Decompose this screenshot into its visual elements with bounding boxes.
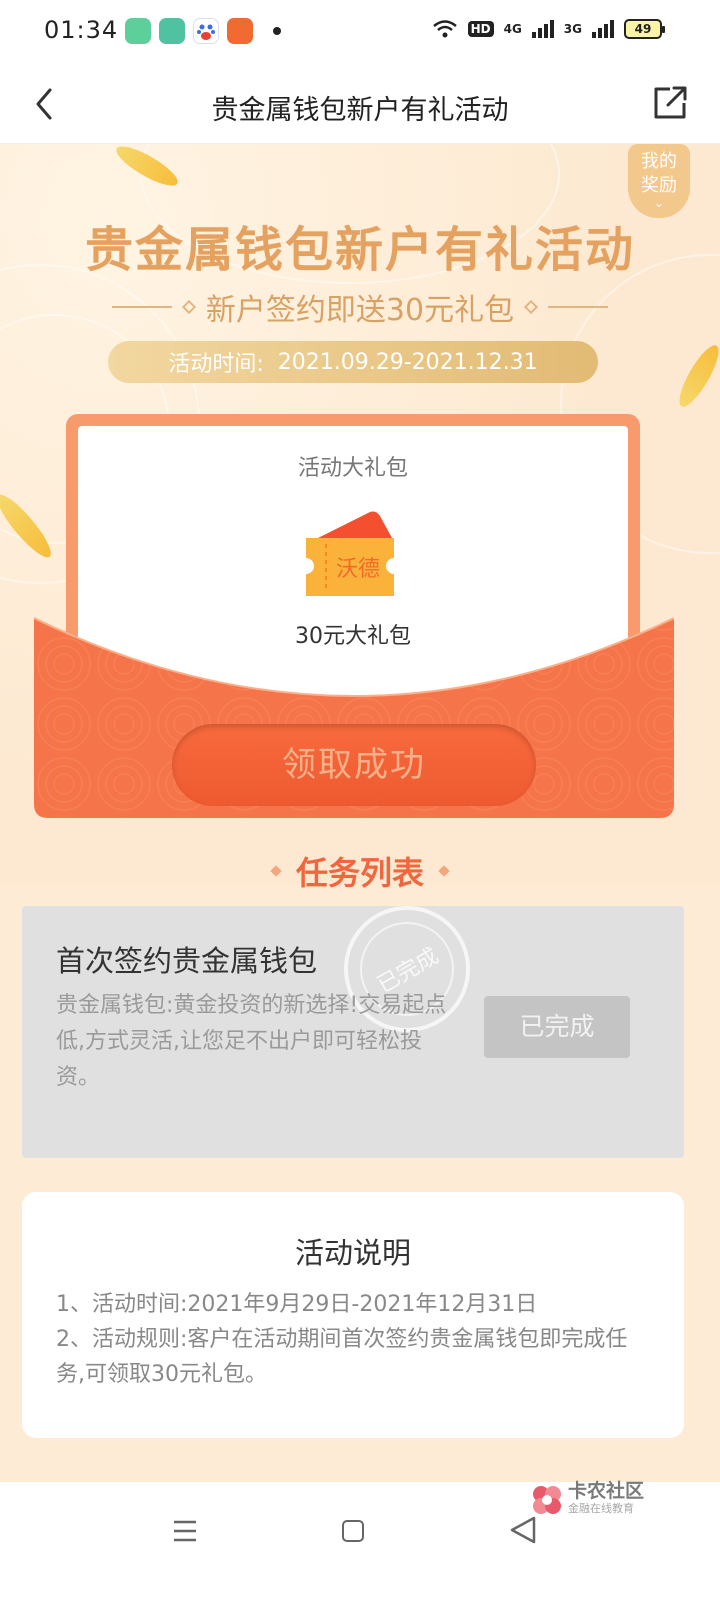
status-app-icons — [125, 18, 281, 44]
task-description: 贵金属钱包:黄金投资的新选择!交易起点低,方式灵活,让您足不出户即可轻松投资。 — [56, 993, 447, 1090]
task-title: 首次签约贵金属钱包 — [56, 944, 318, 978]
network-4g-label: 4G — [503, 22, 522, 36]
activity-date-pill: 活动时间: 2021.09.29-2021.12.31 — [108, 341, 598, 383]
chevron-down-icon: ⌄ — [653, 196, 665, 210]
gift-card-title: 活动大礼包 — [297, 456, 408, 481]
diamond-icon — [181, 299, 196, 315]
app-notification-icon — [125, 18, 151, 44]
status-time: 01:34 — [44, 16, 119, 44]
baidu-app-icon — [193, 18, 219, 44]
diamond-icon — [438, 865, 450, 877]
decorative-line — [548, 306, 609, 308]
hero-subtitle: 新户签约即送30元礼包 — [205, 293, 515, 328]
diamond-icon — [270, 865, 282, 877]
wifi-icon — [432, 20, 457, 38]
activity-rules-card: 活动说明 1、活动时间:2021年9月29日-2021年12月31日 2、活动规… — [22, 1192, 684, 1438]
back-triangle-icon[interactable] — [508, 1514, 538, 1546]
rules-line: 2、活动规则:客户在活动期间首次签约贵金属钱包即完成任务,可领取30元礼包。 — [56, 1327, 628, 1387]
share-icon[interactable] — [650, 83, 690, 123]
hero-title: 贵金属钱包新户有礼活动 — [84, 222, 635, 278]
claim-success-button[interactable]: 领取成功 — [172, 724, 536, 806]
taobao-app-icon — [227, 18, 253, 44]
rules-list: 1、活动时间:2021年9月29日-2021年12月31日 2、活动规则:客户在… — [56, 1287, 656, 1392]
watermark-logo-icon — [533, 1486, 561, 1514]
rules-title: 活动说明 — [294, 1236, 411, 1270]
signal-icon — [531, 20, 554, 38]
date-range: 2021.09.29-2021.12.31 — [277, 349, 538, 375]
task-completed-button[interactable]: 已完成 — [484, 996, 630, 1058]
task-list-title: 任务列表 — [295, 854, 424, 892]
task-list-heading: 任务列表 — [0, 848, 720, 894]
home-icon[interactable] — [342, 1520, 364, 1542]
my-reward-label: 我的奖励 — [641, 151, 677, 196]
menu-icon[interactable] — [172, 1518, 198, 1544]
diamond-icon — [524, 299, 539, 315]
hd-badge: HD — [467, 21, 494, 37]
shield-app-icon — [159, 18, 185, 44]
battery-icon: 49 — [624, 19, 665, 39]
title-bar: 贵金属钱包新户有礼活动 — [0, 66, 720, 144]
status-bar: 01:34 HD 4G 3G 49 — [0, 0, 720, 66]
status-indicators: HD 4G 3G 49 — [432, 19, 665, 39]
page-title: 贵金属钱包新户有礼活动 — [211, 95, 509, 126]
watermark: 卡农社区 金融在线教育 — [530, 1482, 644, 1518]
network-3g-label: 3G — [563, 22, 582, 36]
signal-icon-2 — [592, 20, 614, 38]
task-item: 已完成 首次签约贵金属钱包 贵金属钱包:黄金投资的新选择!交易起点低,方式灵活,… — [22, 906, 684, 1158]
hero-subtitle-row: 新户签约即送30元礼包 — [0, 285, 720, 329]
my-reward-button[interactable]: 我的奖励 ⌄ — [628, 144, 690, 218]
watermark-main-text: 卡农社区 — [568, 1480, 645, 1502]
rules-line: 1、活动时间:2021年9月29日-2021年12月31日 — [56, 1292, 538, 1317]
decorative-line — [111, 306, 172, 308]
watermark-sub-text: 金融在线教育 — [568, 1502, 634, 1515]
date-label: 活动时间: — [168, 352, 264, 377]
more-notifications-dot — [273, 27, 281, 35]
